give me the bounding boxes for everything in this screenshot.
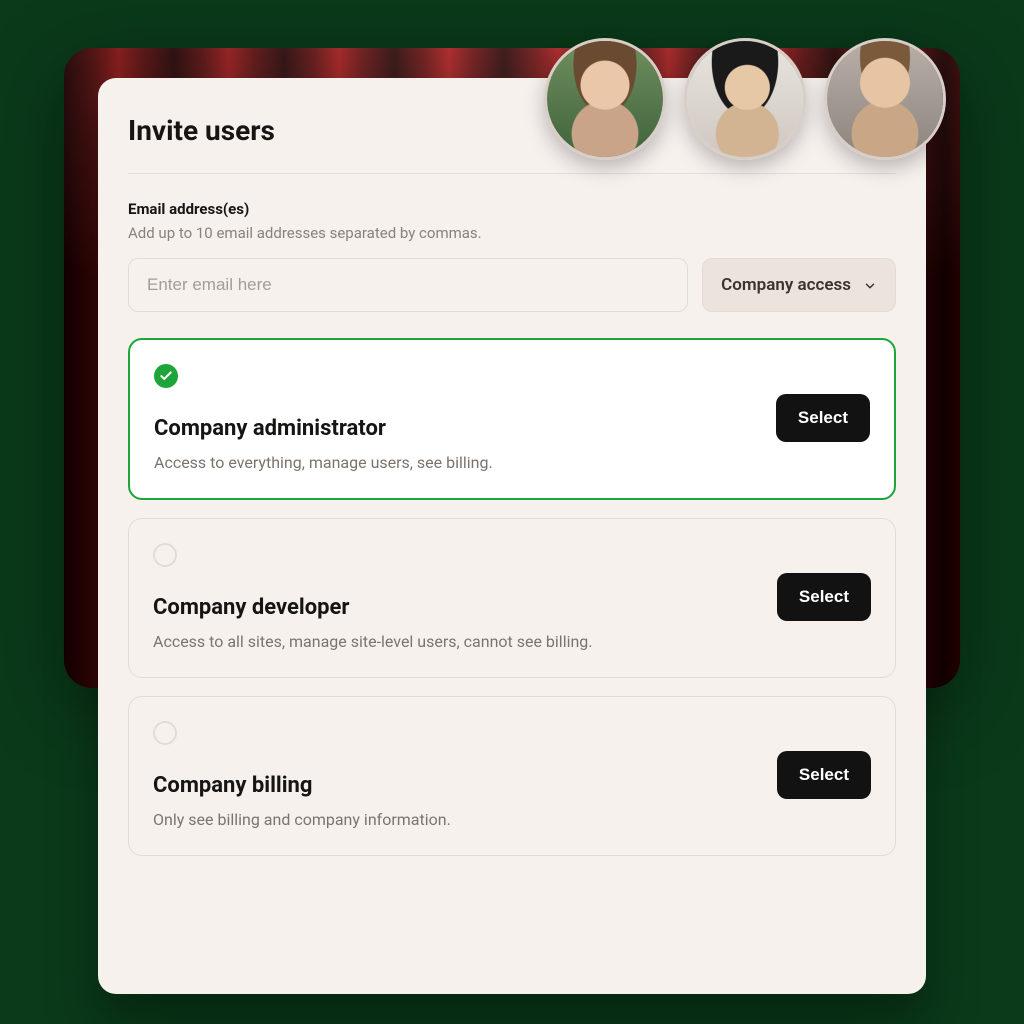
email-hint: Add up to 10 email addresses separated b…: [128, 224, 896, 242]
email-label: Email address(es): [128, 200, 896, 218]
avatar: [824, 38, 946, 160]
role-title: Company developer: [153, 595, 757, 620]
email-section: Email address(es) Add up to 10 email add…: [128, 174, 896, 312]
radio-unchecked-icon: [153, 721, 177, 745]
role-card-developer[interactable]: Company developer Access to all sites, m…: [128, 518, 896, 678]
role-description: Only see billing and company information…: [153, 810, 757, 829]
avatar: [544, 38, 666, 160]
chevron-down-icon: [863, 279, 877, 293]
invite-users-card: Invite users Email address(es) Add up to…: [98, 78, 926, 994]
role-card-administrator[interactable]: Company administrator Access to everythi…: [128, 338, 896, 500]
avatar: [684, 38, 806, 160]
dropdown-label: Company access: [721, 275, 851, 295]
role-description: Access to everything, manage users, see …: [154, 453, 756, 472]
select-button[interactable]: Select: [776, 394, 870, 442]
email-input-row: Company access: [128, 258, 896, 312]
role-list: Company administrator Access to everythi…: [128, 338, 896, 856]
role-title: Company administrator: [154, 416, 756, 441]
select-button[interactable]: Select: [777, 751, 871, 799]
select-button[interactable]: Select: [777, 573, 871, 621]
role-title: Company billing: [153, 773, 757, 798]
company-access-dropdown[interactable]: Company access: [702, 258, 896, 312]
radio-unchecked-icon: [153, 543, 177, 567]
email-input[interactable]: [128, 258, 688, 312]
role-description: Access to all sites, manage site-level u…: [153, 632, 757, 651]
avatar-row: [544, 38, 946, 160]
check-circle-icon: [154, 364, 178, 388]
role-card-billing[interactable]: Company billing Only see billing and com…: [128, 696, 896, 856]
